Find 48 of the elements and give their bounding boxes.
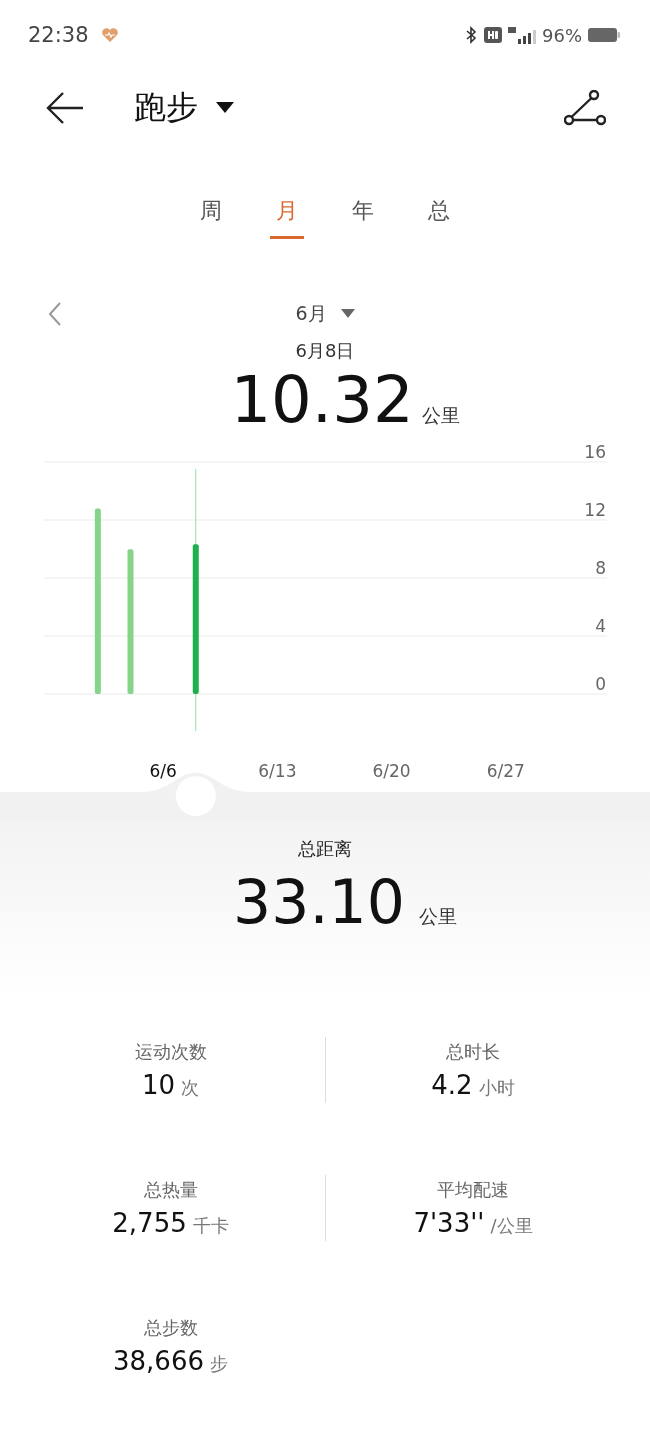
stat-value: 4.2 bbox=[431, 1070, 473, 1100]
signal-icon bbox=[508, 25, 536, 45]
y-axis-label: 16 bbox=[584, 442, 606, 462]
stat-unit: 小时 bbox=[478, 1076, 515, 1100]
bluetooth-icon bbox=[464, 26, 478, 44]
stat-label: 平均配速 bbox=[437, 1178, 509, 1202]
stat-unit: 千卡 bbox=[192, 1214, 229, 1238]
stat-label: 总步数 bbox=[143, 1316, 198, 1340]
stat-unit: /公里 bbox=[490, 1214, 533, 1238]
back-icon[interactable] bbox=[46, 91, 84, 125]
stat-value: 2,755 bbox=[112, 1208, 187, 1238]
period-tab[interactable]: 周 bbox=[194, 192, 228, 239]
previous-icon[interactable] bbox=[48, 301, 62, 327]
status-time: 22:38 bbox=[28, 23, 89, 47]
y-axis-label: 8 bbox=[595, 558, 606, 578]
period-tab[interactable]: 总 bbox=[422, 192, 456, 239]
stat-unit: 次 bbox=[181, 1076, 200, 1100]
stat-label: 总时长 bbox=[446, 1040, 500, 1064]
stat-value: 10 bbox=[141, 1070, 176, 1100]
battery-percent: 96% bbox=[542, 24, 582, 46]
x-axis-label: 6/27 bbox=[486, 761, 525, 781]
stat-label: 总热量 bbox=[143, 1178, 198, 1202]
period-tab[interactable]: 年 bbox=[346, 192, 380, 239]
sport-title[interactable]: 跑步 bbox=[134, 86, 198, 130]
month-selector[interactable]: 6月 bbox=[295, 301, 327, 327]
y-axis-label: 12 bbox=[584, 500, 606, 520]
stat-label: 运动次数 bbox=[134, 1040, 207, 1064]
bar[interactable] bbox=[192, 544, 199, 694]
total-label: 总距离 bbox=[297, 837, 353, 861]
total-distance: 33.10 bbox=[233, 867, 405, 937]
share-icon[interactable] bbox=[564, 90, 606, 126]
stat-unit: 步 bbox=[210, 1352, 228, 1376]
y-axis-label: 4 bbox=[595, 616, 606, 636]
x-axis-label: 6/13 bbox=[258, 761, 297, 781]
dropdown-icon[interactable] bbox=[216, 102, 234, 114]
x-axis-label: 6/6 bbox=[149, 761, 177, 781]
distance-unit: 公里 bbox=[418, 904, 457, 929]
selected-distance: 10.32 bbox=[230, 363, 414, 437]
period-tab[interactable]: 月 bbox=[270, 192, 304, 239]
distance-unit: 公里 bbox=[421, 403, 460, 428]
heart-icon bbox=[100, 27, 119, 43]
battery-icon bbox=[588, 27, 620, 43]
selected-date: 6月8日 bbox=[294, 339, 356, 363]
stat-value: 7'33'' bbox=[413, 1208, 485, 1238]
y-axis-label: 0 bbox=[595, 674, 606, 694]
stat-value: 38,666 bbox=[113, 1346, 204, 1376]
bar[interactable] bbox=[94, 508, 101, 694]
x-axis-label: 6/20 bbox=[372, 761, 411, 781]
